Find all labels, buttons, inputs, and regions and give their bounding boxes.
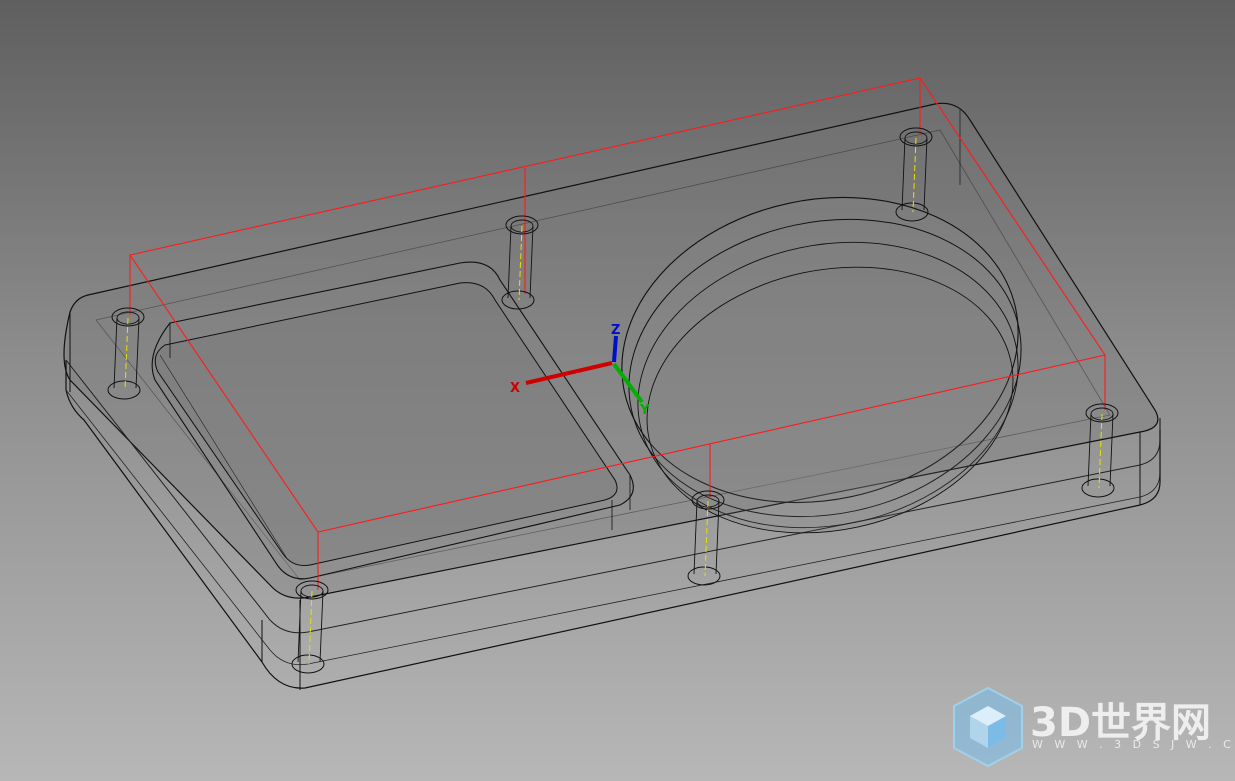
watermark-url: W W W . 3 D S J W . C O M: [1032, 738, 1235, 751]
watermark: 3D世界网 W W W . 3 D S J W . C O M: [950, 686, 1235, 768]
x-axis-label: X: [510, 381, 520, 396]
y-axis-label: Y: [639, 403, 650, 418]
3d-model-viewport[interactable]: X Z Y: [0, 0, 1235, 781]
z-axis-line: [612, 335, 618, 363]
cube-logo-icon: [953, 686, 1023, 768]
z-axis-label: Z: [611, 323, 620, 338]
